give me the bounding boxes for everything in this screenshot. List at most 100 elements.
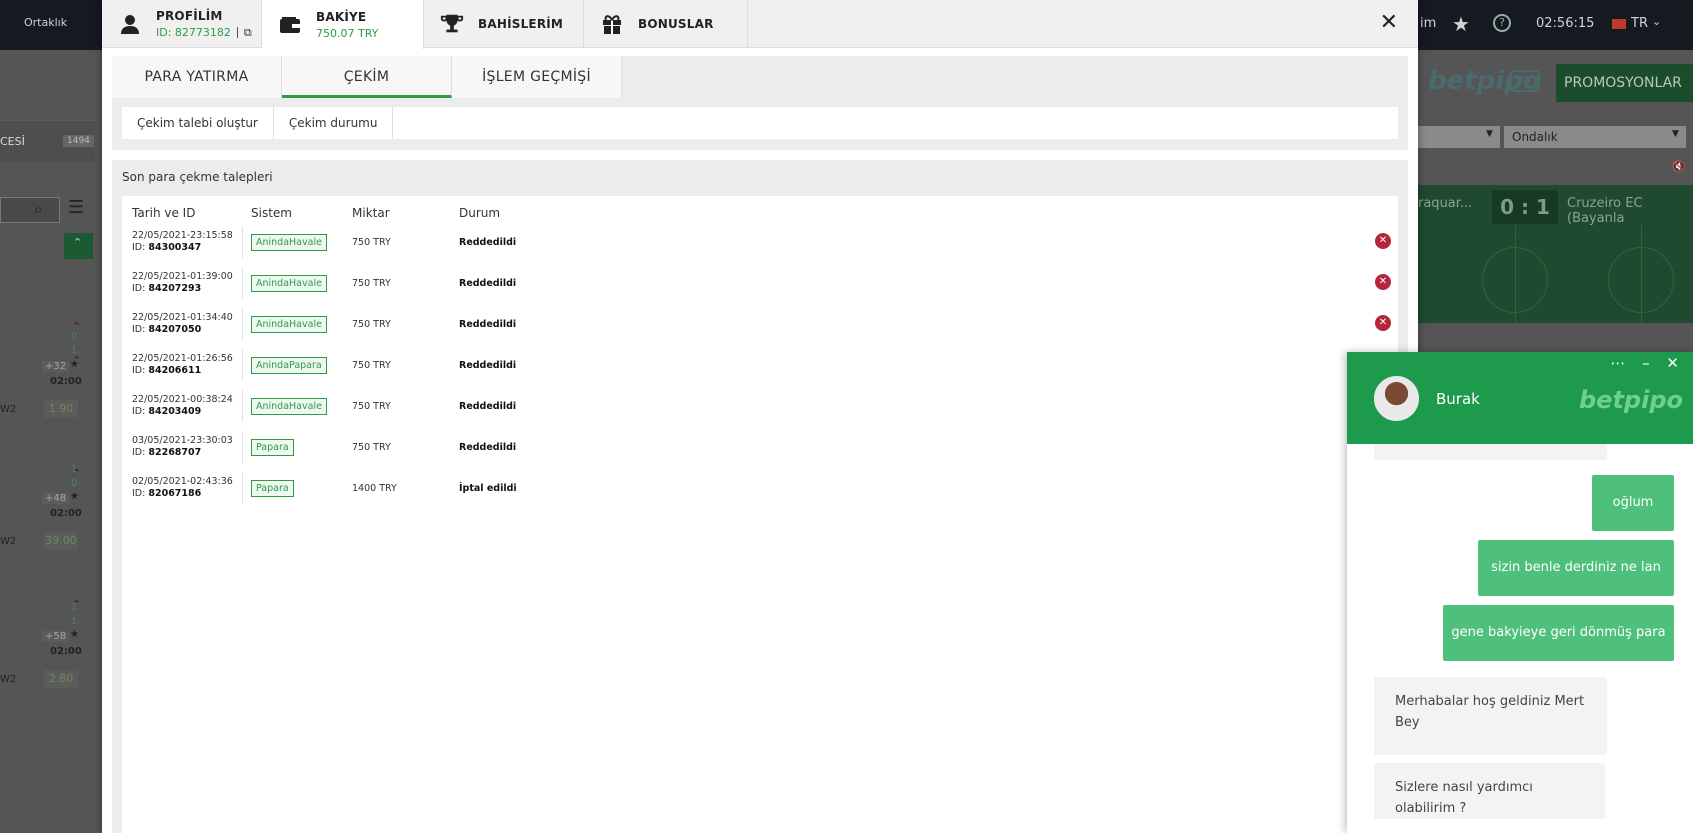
cancel-request-icon[interactable]: ✕: [1375, 233, 1391, 249]
odds-format-value: Ondalık: [1512, 130, 1558, 144]
tab-create-withdraw-request[interactable]: Çekim talebi oluştur: [122, 107, 274, 139]
agent-name: Burak: [1436, 390, 1480, 408]
table-row: 02/05/2021-02:43:36 ID: 82067186 Papara 140…: [122, 469, 1398, 510]
search-icon[interactable]: ⌕: [34, 200, 42, 218]
left-category[interactable]: CESİ: [0, 135, 25, 148]
promotions-button[interactable]: PROMOSYONLAR: [1556, 64, 1693, 102]
payment-system-badge: AnindaHavale: [251, 398, 327, 415]
tab-withdraw-status[interactable]: Çekim durumu: [274, 107, 394, 139]
odd-label: W2: [0, 674, 17, 685]
withdraw-id-prefix: ID:: [132, 488, 146, 499]
score-home: 1: [71, 464, 78, 475]
tab-bonuses[interactable]: BONUSLAR: [584, 0, 748, 48]
payment-system-badge: AnindaHavale: [251, 275, 327, 292]
trophy-icon: [440, 12, 464, 36]
col-system: Sistem: [251, 206, 292, 220]
withdraw-id-prefix: ID:: [132, 242, 146, 253]
withdraw-status: Reddedildi: [459, 319, 517, 330]
withdraw-date-id: 22/05/2021-00:38:24 ID: 84203409: [132, 394, 233, 418]
live-chat-window: ⋯ – ✕ Burak betpipo oğlum sizin benle de…: [1347, 352, 1693, 833]
withdraw-date: 02/05/2021-02:43:36: [132, 476, 233, 487]
chat-message-in: Sizlere nasıl yardımcı olabilirim ?: [1374, 763, 1605, 819]
payment-system-badge: AnindaHavale: [251, 234, 327, 251]
tab-profile[interactable]: PROFİLİM ID: 82773182 ⧉: [102, 0, 262, 48]
col-date-id: Tarih ve ID: [132, 206, 196, 220]
chat-brand-logo: betpipo: [1579, 386, 1684, 414]
tab-withdraw[interactable]: ÇEKİM: [282, 56, 452, 98]
copy-icon[interactable]: ⧉: [244, 26, 252, 39]
left-search-input[interactable]: [0, 197, 60, 223]
dropdown-arrow-icon: ▼: [1672, 129, 1679, 139]
withdraw-date: 03/05/2021-23:30:03: [132, 435, 233, 446]
withdraw-amount: 750 TRY: [352, 401, 391, 412]
more-markets-badge[interactable]: +58: [42, 631, 70, 642]
tab-balance[interactable]: BAKİYE 750.07 TRY: [262, 0, 424, 49]
odds-format-select[interactable]: Ondalık: [1504, 126, 1686, 148]
cancel-request-icon[interactable]: ✕: [1375, 315, 1391, 331]
tab-deposit[interactable]: PARA YATIRMA: [112, 56, 282, 98]
close-icon[interactable]: ✕: [1380, 12, 1398, 34]
withdraw-date-id: 03/05/2021-23:30:03 ID: 82268707: [132, 435, 233, 459]
tab-my-bets[interactable]: BAHİSLERİM: [424, 0, 584, 48]
affiliate-link[interactable]: Ortaklık: [24, 16, 67, 29]
favorite-star-icon[interactable]: ★: [70, 491, 79, 502]
payment-subtabs: PARA YATIRMA ÇEKİM İŞLEM GEÇMİŞİ: [112, 56, 622, 98]
match-time: 02:00: [50, 646, 82, 657]
favorite-star-icon[interactable]: ★: [70, 359, 79, 370]
odd-button[interactable]: 39.00: [44, 532, 78, 550]
section-title: Son para çekme talepleri: [122, 170, 273, 184]
odd-label: W2: [0, 404, 17, 415]
tab-transaction-history[interactable]: İŞLEM GEÇMİŞİ: [452, 56, 622, 98]
table-row: 22/05/2021-01:39:00 ID: 84207293 AnindaHav…: [122, 264, 1398, 305]
topbar-fragment: im: [1420, 16, 1437, 31]
more-markets-badge[interactable]: +48: [42, 493, 70, 504]
withdraw-amount: 750 TRY: [352, 237, 391, 248]
chat-window-controls[interactable]: ⋯ – ✕: [1610, 354, 1685, 372]
match-score: 0 : 1: [1492, 190, 1558, 224]
withdraw-status: Reddedildi: [459, 360, 517, 371]
mute-icon[interactable]: 🔇: [1672, 160, 1686, 173]
odd-button[interactable]: 1.90: [44, 400, 78, 418]
match-time: 02:00: [50, 376, 82, 387]
gift-icon: [600, 12, 624, 36]
withdraw-date: 22/05/2021-01:39:00: [132, 271, 233, 282]
payment-system-badge: Papara: [251, 439, 294, 456]
withdraw-date: 22/05/2021-01:34:40: [132, 312, 233, 323]
withdraw-date-id: 22/05/2021-01:34:40 ID: 84207050: [132, 312, 233, 336]
tab-profile-label: PROFİLİM: [156, 8, 223, 23]
chat-message-out: gene bakyieye geri dönmüş para: [1443, 605, 1674, 661]
withdraw-amount: 1400 TRY: [352, 483, 397, 494]
help-icon[interactable]: ?: [1493, 14, 1511, 32]
favorites-star-icon[interactable]: ★: [1452, 12, 1470, 36]
withdraw-amount: 750 TRY: [352, 442, 391, 453]
withdraw-status: İptal edildi: [459, 483, 517, 494]
menu-icon[interactable]: ☰: [68, 197, 84, 218]
more-markets-badge[interactable]: +32: [42, 361, 70, 372]
withdraw-date: 22/05/2021-23:15:58: [132, 230, 233, 241]
table-row: 22/05/2021-01:34:40 ID: 84207050 AnindaHav…: [122, 305, 1398, 346]
account-tabs: PROFİLİM ID: 82773182 ⧉ BAKİYE 750.07 TRY…: [102, 0, 1418, 49]
user-icon: [118, 12, 142, 36]
table-row: 22/05/2021-01:26:56 ID: 84206611 AnindaPap…: [122, 346, 1398, 387]
score-home: 1: [71, 602, 78, 613]
favorite-star-icon[interactable]: ★: [70, 629, 79, 640]
payment-system-badge: AnindaPapara: [251, 357, 327, 374]
cancel-request-icon[interactable]: ✕: [1375, 274, 1391, 290]
previous-message: [1374, 444, 1607, 460]
payment-system-badge: Papara: [251, 480, 294, 497]
withdraw-id: 84203409: [148, 406, 202, 417]
withdraw-date-id: 22/05/2021-01:39:00 ID: 84207293: [132, 271, 233, 295]
table-row: 22/05/2021-23:15:58 ID: 84300347 AnindaHav…: [122, 223, 1398, 264]
dropdown-arrow-icon: ▼: [1486, 129, 1493, 139]
odd-button[interactable]: 2.80: [44, 670, 78, 688]
withdraw-subtabs: Çekim talebi oluştur Çekim durumu: [122, 107, 1398, 139]
withdraw-status: Reddedildi: [459, 278, 517, 289]
chat-header: ⋯ – ✕ Burak betpipo: [1347, 352, 1693, 444]
language-selector[interactable]: TR: [1631, 16, 1648, 31]
withdraw-id-prefix: ID:: [132, 406, 146, 417]
withdraw-amount: 750 TRY: [352, 319, 391, 330]
tv-logo[interactable]: TV: [1510, 70, 1540, 92]
payment-system-badge: AnindaHavale: [251, 316, 327, 333]
left-sidebar: CESİ 1494 ⌕ ☰ ⌃ ⌃ ⌃ 0 1 +32 ★ 02:00 W2 1…: [0, 50, 102, 833]
chat-message-out: oğlum: [1592, 475, 1674, 531]
